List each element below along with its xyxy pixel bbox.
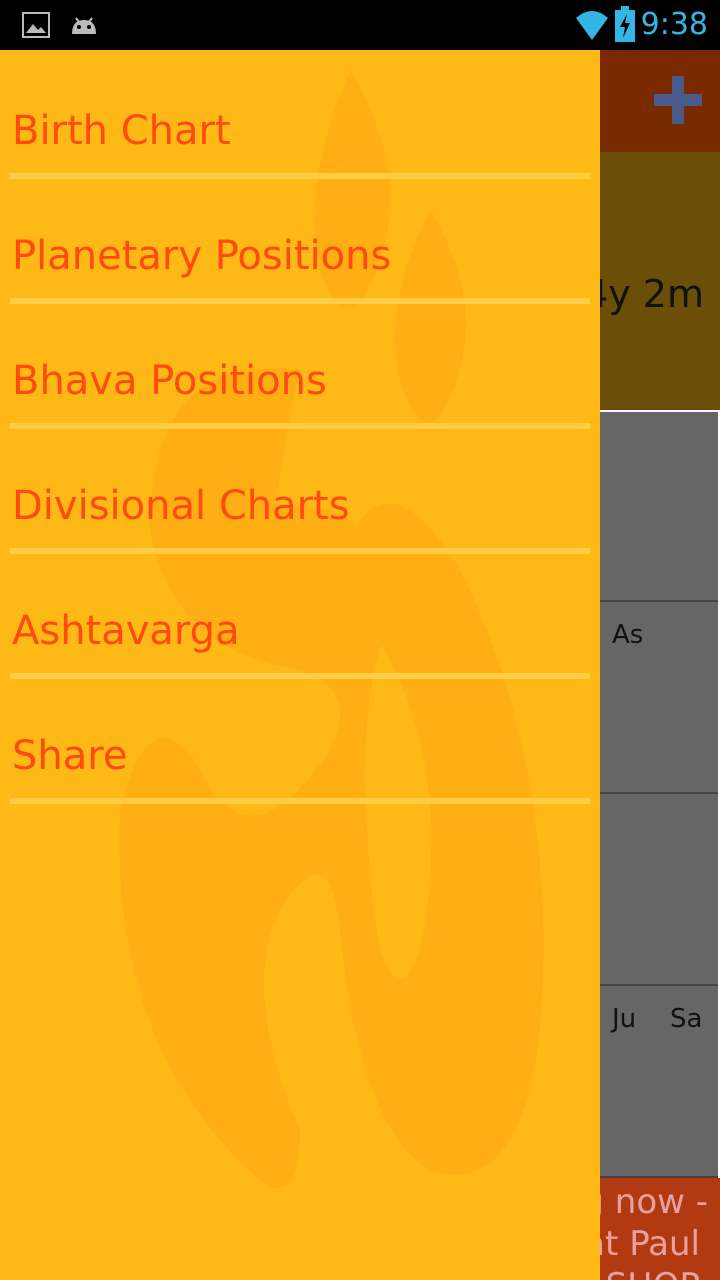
add-icon[interactable] <box>650 72 706 128</box>
menu-item-label: Birth Chart <box>12 108 231 154</box>
menu-item-label: Ashtavarga <box>12 608 240 654</box>
chart-cell: Ju Sa <box>600 986 718 1178</box>
menu-item-label: Planetary Positions <box>12 233 392 279</box>
navigation-drawer: Birth Chart Planetary Positions Bhava Po… <box>0 50 600 1280</box>
menu-item-birth-chart[interactable]: Birth Chart <box>0 50 600 179</box>
divider <box>10 798 590 804</box>
battery-charging-icon <box>615 6 635 42</box>
menu-item-bhava-positions[interactable]: Bhava Positions <box>0 300 600 429</box>
menu-item-ashtavarga[interactable]: Ashtavarga <box>0 550 600 679</box>
menu-item-label: Share <box>12 733 128 779</box>
menu-item-planetary-positions[interactable]: Planetary Positions <box>0 175 600 304</box>
age-text: 4y 2m <box>584 272 704 316</box>
chart-cell <box>600 794 718 986</box>
cell-label: Sa <box>670 1004 703 1034</box>
android-icon <box>72 17 96 34</box>
ad-text: at Paul <box>584 1224 700 1264</box>
menu-item-label: Divisional Charts <box>12 483 350 529</box>
ad-text: SHOP <box>606 1266 700 1280</box>
drawer-menu-list: Birth Chart Planetary Positions Bhava Po… <box>0 50 600 804</box>
ad-text: g now - <box>582 1182 708 1222</box>
menu-item-label: Bhava Positions <box>12 358 327 404</box>
cell-label: As <box>612 620 644 650</box>
status-bar: 9:38 <box>0 0 720 50</box>
image-icon <box>22 12 50 38</box>
menu-item-share[interactable]: Share <box>0 675 600 804</box>
wifi-icon <box>576 11 608 40</box>
cell-label: Ju <box>612 1004 637 1034</box>
chart-cell <box>600 412 718 602</box>
menu-item-divisional-charts[interactable]: Divisional Charts <box>0 425 600 554</box>
clock: 9:38 <box>640 7 708 42</box>
chart-cell: As <box>600 602 718 794</box>
